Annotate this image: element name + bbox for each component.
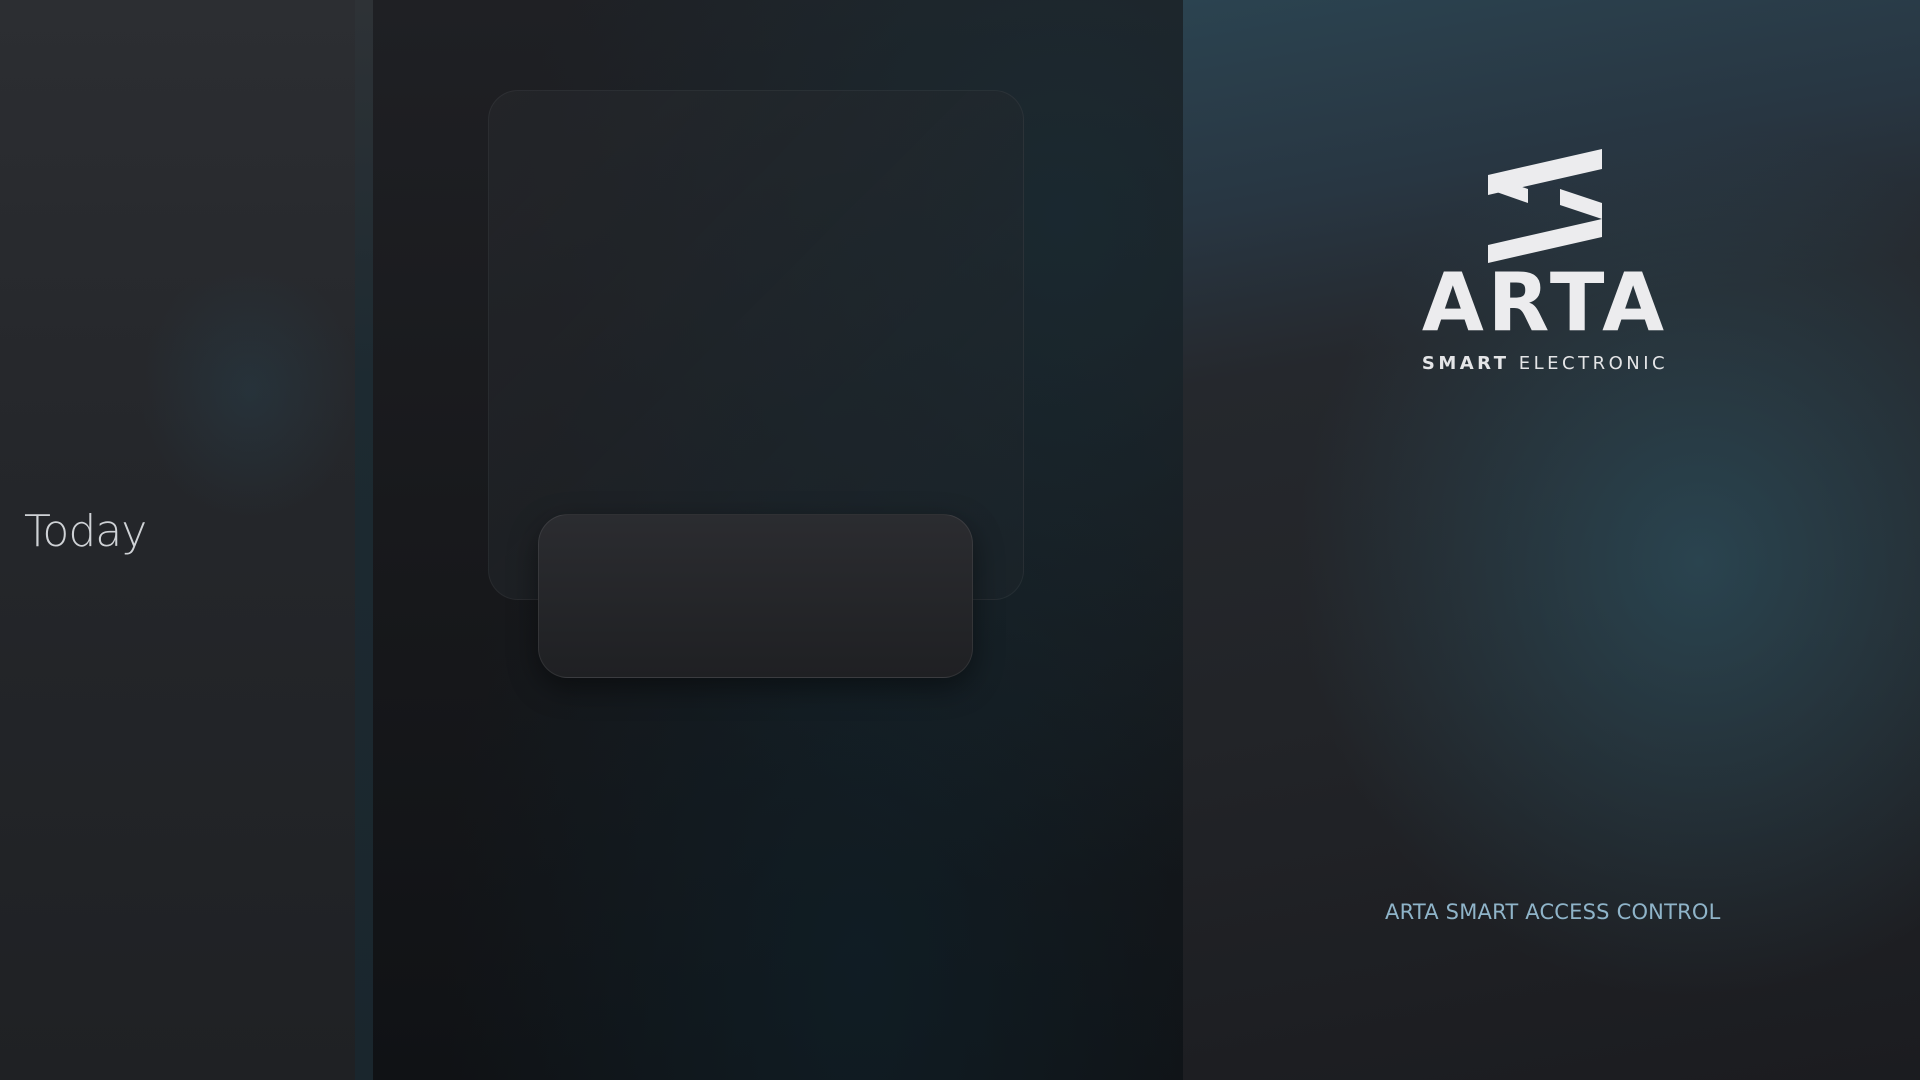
date-label: Today bbox=[24, 506, 147, 557]
panel-divider bbox=[355, 0, 373, 1080]
action-button[interactable] bbox=[538, 514, 973, 678]
brand-logo: ARTA SMART ELECTRONIC bbox=[1400, 145, 1690, 375]
app-caption: ARTA SMART ACCESS CONTROL bbox=[1385, 900, 1721, 924]
lock-screen: Today ARTA SMART ELECTRONIC ARTA SMART A… bbox=[0, 0, 1920, 1080]
brand-tagline-bold: SMART bbox=[1421, 353, 1510, 374]
brand-tagline: SMART ELECTRONIC bbox=[1400, 353, 1690, 374]
brand-name: ARTA bbox=[1421, 256, 1669, 349]
brand-tagline-light: ELECTRONIC bbox=[1518, 353, 1669, 374]
left-panel-glow bbox=[140, 260, 360, 520]
